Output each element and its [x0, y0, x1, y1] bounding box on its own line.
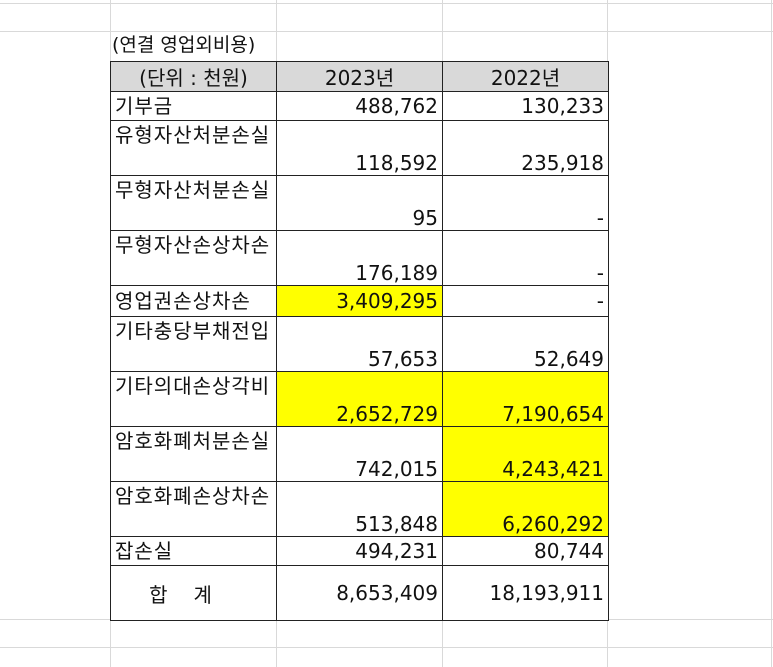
header-row: (단위 : 천원) 2023년 2022년	[110, 61, 609, 92]
value-2023-cell[interactable]: 513,848	[276, 481, 443, 537]
row-label[interactable]: 영업권손상차손	[110, 285, 277, 317]
value-2023-cell[interactable]: 3,409,295	[276, 285, 443, 317]
total-label[interactable]: 합계	[110, 565, 277, 621]
row-label[interactable]: 무형자산손상차손	[110, 230, 277, 286]
value-2023-cell[interactable]: 2,652,729	[276, 371, 443, 427]
year-2022-header[interactable]: 2022년	[442, 61, 609, 92]
table-row: 무형자산처분손실 95-	[110, 175, 609, 231]
value-2022-cell[interactable]: -	[442, 175, 609, 231]
value-2023-cell[interactable]: 95	[276, 175, 443, 231]
value-2023-cell[interactable]: 742,015	[276, 426, 443, 482]
value-2023-cell[interactable]: 494,231	[276, 536, 443, 566]
value-2023-cell[interactable]: 118,592	[276, 120, 443, 176]
table-row: 무형자산손상차손 176,189-	[110, 230, 609, 286]
row-label[interactable]: 기부금	[110, 91, 277, 121]
row-label[interactable]: 무형자산처분손실	[110, 175, 277, 231]
total-2023-cell[interactable]: 8,653,409	[276, 565, 443, 621]
table-row: 영업권손상차손 3,409,295-	[110, 285, 609, 317]
row-label[interactable]: 유형자산처분손실	[110, 120, 277, 176]
sheet-gridline	[0, 3, 773, 4]
value-2022-cell[interactable]: 4,243,421	[442, 426, 609, 482]
value-2022-cell[interactable]: 235,918	[442, 120, 609, 176]
total-2022-cell[interactable]: 18,193,911	[442, 565, 609, 621]
value-2023-cell[interactable]: 488,762	[276, 91, 443, 121]
row-label[interactable]: 암호화폐처분손실	[110, 426, 277, 482]
value-2022-cell[interactable]: 6,260,292	[442, 481, 609, 537]
sheet-gridline	[771, 0, 772, 667]
table-row: 암호화폐손상차손 513,848 6,260,292	[110, 481, 609, 537]
value-2023-cell[interactable]: 57,653	[276, 316, 443, 372]
value-2022-cell[interactable]: 7,190,654	[442, 371, 609, 427]
table-row: 잡손실 494,231 80,744	[110, 536, 609, 566]
table-row: 기타의대손상각비 2,652,729 7,190,654	[110, 371, 609, 427]
value-2022-cell[interactable]: 52,649	[442, 316, 609, 372]
row-label[interactable]: 암호화폐손상차손	[110, 481, 277, 537]
table-row: 기부금 488,762 130,233	[110, 91, 609, 121]
value-2022-cell[interactable]: -	[442, 230, 609, 286]
value-2022-cell[interactable]: 130,233	[442, 91, 609, 121]
table-row: 기타충당부채전입 57,653 52,649	[110, 316, 609, 372]
sheet-gridline	[0, 647, 773, 648]
sheet-gridline	[0, 31, 773, 32]
total-row: 합계 8,653,409 18,193,911	[110, 565, 609, 621]
row-label[interactable]: 기타의대손상각비	[110, 371, 277, 427]
table-row: 암호화폐처분손실 742,015 4,243,421	[110, 426, 609, 482]
value-2022-cell[interactable]: -	[442, 285, 609, 317]
unit-header[interactable]: (단위 : 천원)	[110, 61, 277, 92]
value-2023-cell[interactable]: 176,189	[276, 230, 443, 286]
non-operating-expenses-table: (단위 : 천원) 2023년 2022년 기부금 488,762 130,233 유…	[110, 61, 609, 621]
value-2022-cell[interactable]: 80,744	[442, 536, 609, 566]
year-2023-header[interactable]: 2023년	[276, 61, 443, 92]
table-caption: (연결 영업외비용)	[112, 34, 256, 56]
row-label[interactable]: 잡손실	[110, 536, 277, 566]
row-label[interactable]: 기타충당부채전입	[110, 316, 277, 372]
table-row: 유형자산처분손실 118,592 235,918	[110, 120, 609, 176]
